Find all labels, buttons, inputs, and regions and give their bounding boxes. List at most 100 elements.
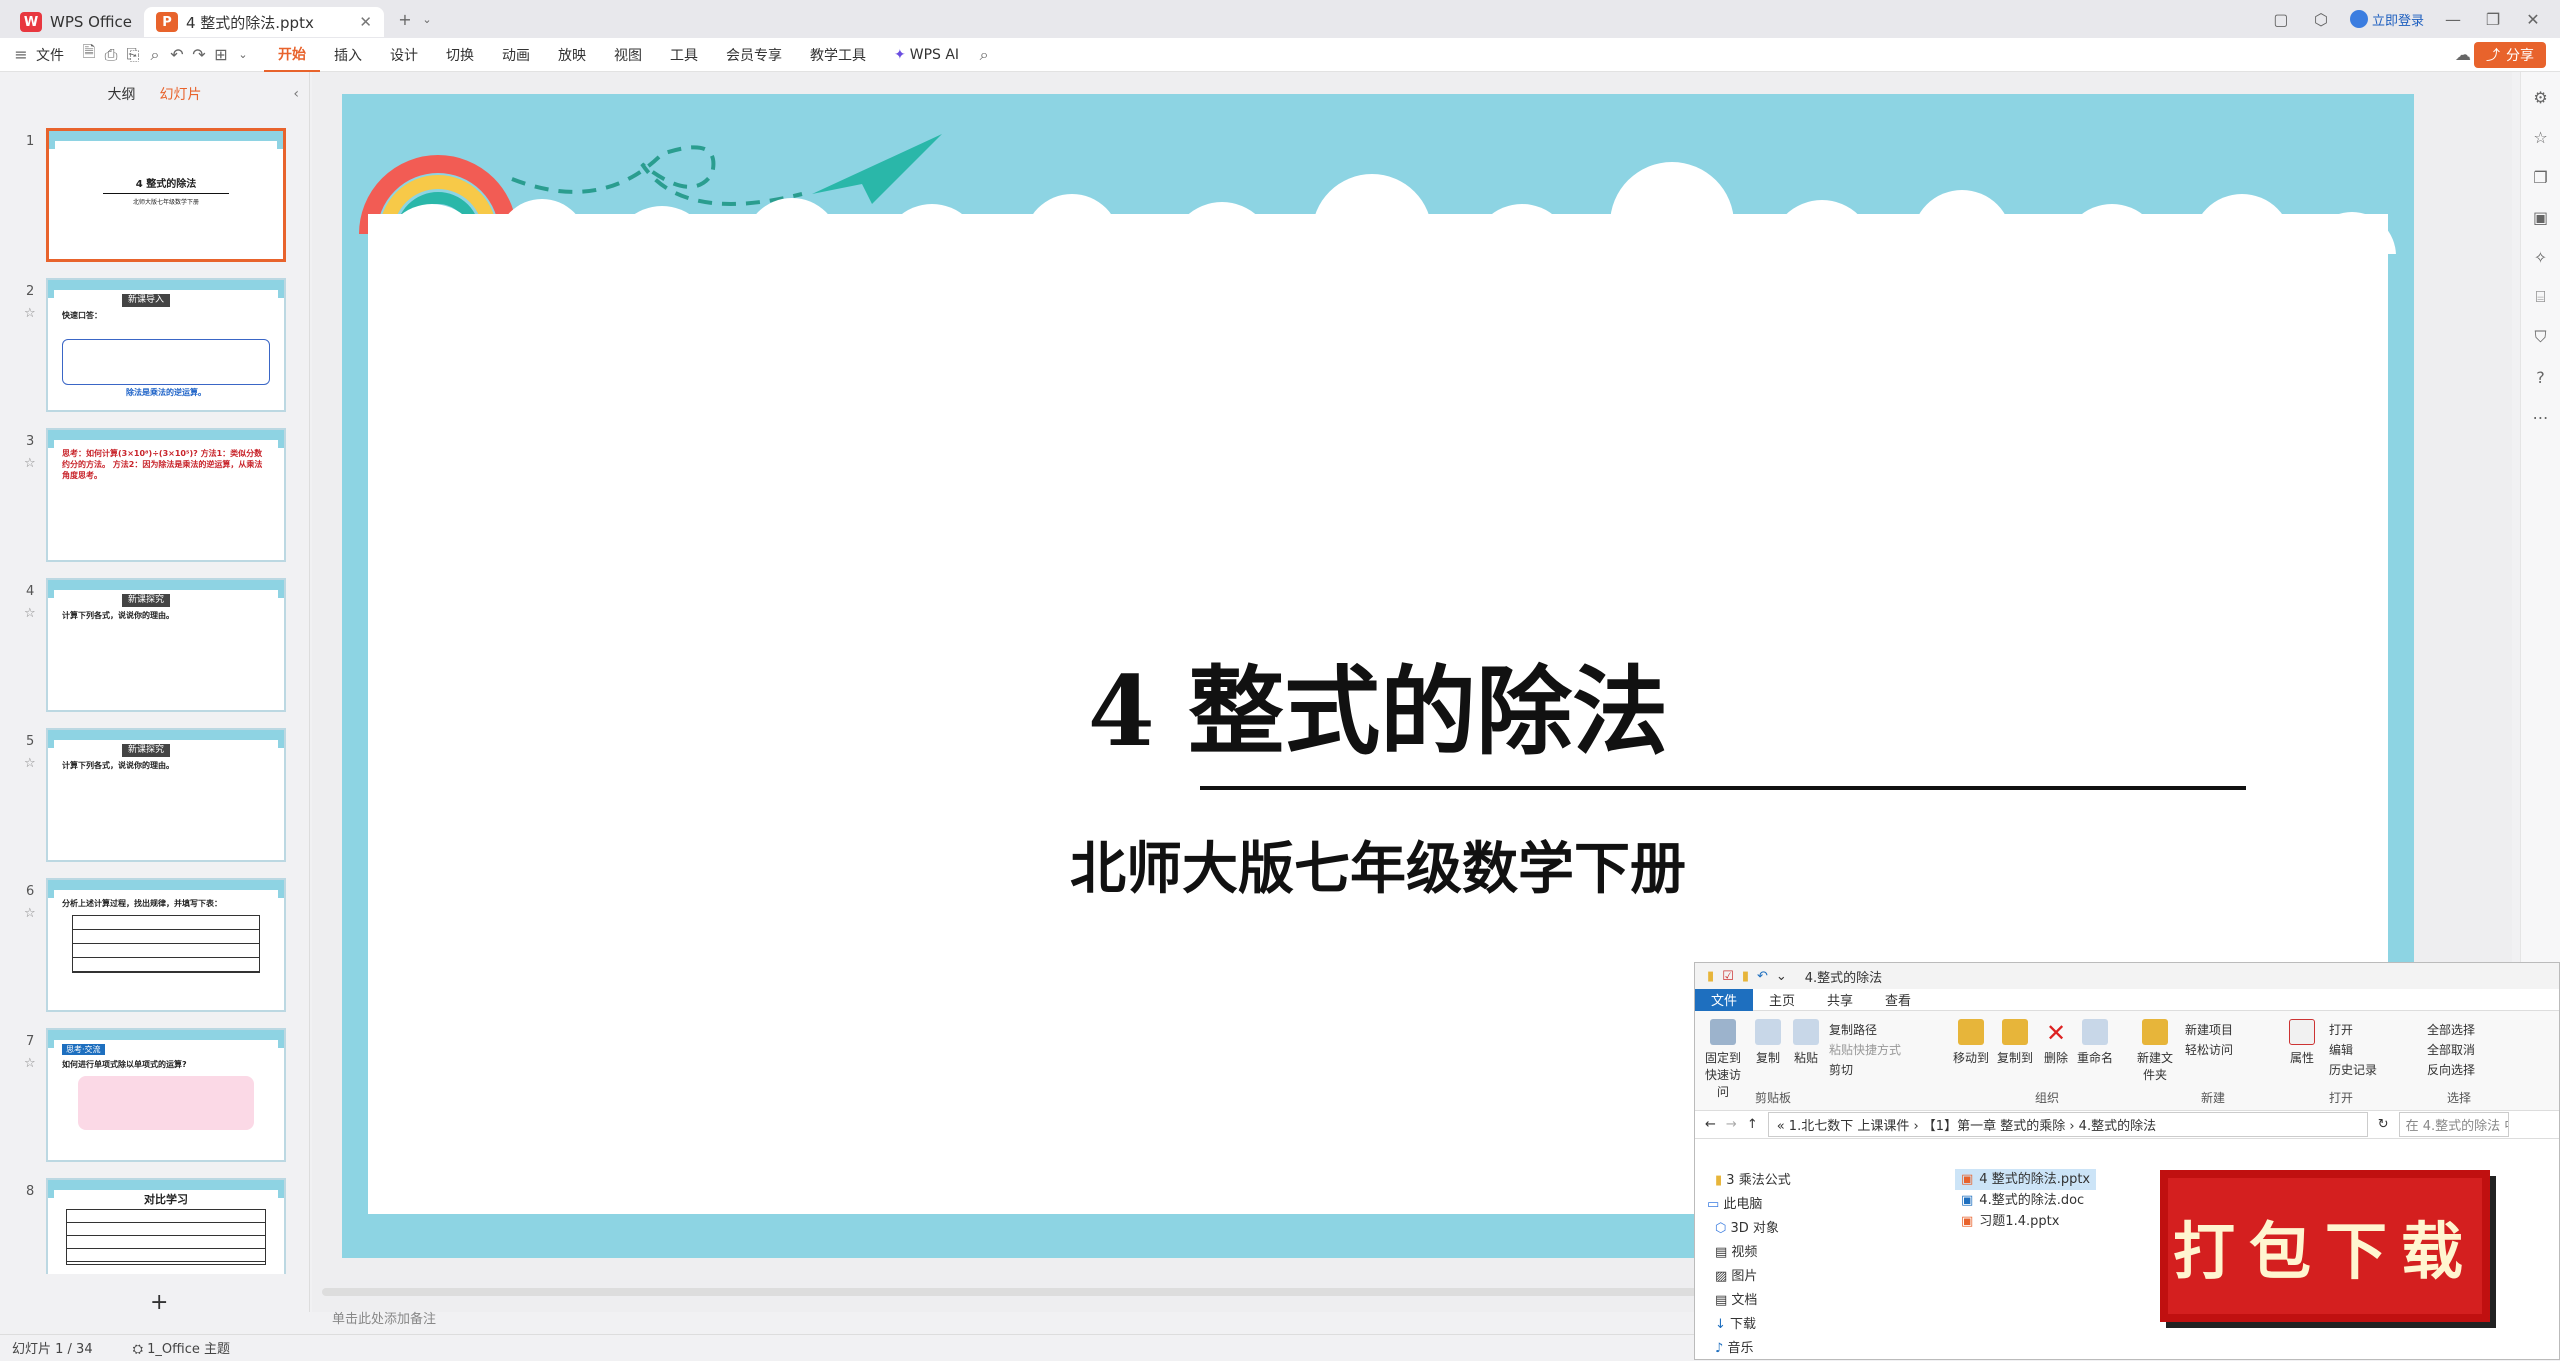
slide-thumbnail-2[interactable]: 新课导入 快速口答： 除法是乘法的逆运算。 — [46, 278, 286, 412]
format-icon[interactable]: ⊞ — [210, 44, 232, 66]
slide-thumbnail-5[interactable]: 新课探究 计算下列各式，说说你的理由。 — [46, 728, 286, 862]
hamburger-icon[interactable]: ≡ — [10, 44, 32, 66]
tree-item[interactable]: ▤ 视频 — [1715, 1241, 1945, 1265]
help-icon[interactable]: ? — [2530, 366, 2552, 388]
tab-member[interactable]: 会员专享 — [712, 38, 796, 72]
cube-icon[interactable]: ⬡ — [2310, 8, 2332, 30]
slide-title[interactable]: 4 整式的除法 — [368, 634, 2388, 773]
tab-teaching-tools[interactable]: 教学工具 — [796, 38, 880, 72]
cut-button[interactable]: 剪切 — [1829, 1061, 1853, 1078]
tab-share[interactable]: 共享 — [1811, 990, 1869, 1009]
tab-file[interactable]: 文件 — [1695, 988, 1754, 1011]
window-icon[interactable]: ▢ — [2270, 8, 2292, 30]
copy-path-button[interactable]: 复制路径 — [1829, 1021, 1877, 1038]
up-icon[interactable]: ↑ — [1747, 1117, 1758, 1132]
collapse-panel-icon[interactable]: ‹ — [293, 86, 299, 102]
download-badge[interactable]: 打包下载 — [2160, 1170, 2490, 1322]
shirt-icon[interactable]: ⛉ — [2530, 326, 2552, 348]
history-button[interactable]: 历史记录 — [2329, 1061, 2377, 1078]
tree-item[interactable]: ▭ 此电脑 — [1707, 1193, 1945, 1217]
tab-view[interactable]: 视图 — [600, 38, 656, 72]
slide-thumbnail-1[interactable]: 4 整式的除法 北师大版七年级数学下册 — [46, 128, 286, 262]
app-tab[interactable]: W WPS Office — [8, 7, 144, 37]
tree-item[interactable]: ▮ 3 乘法公式 — [1715, 1169, 1945, 1193]
tab-animation[interactable]: 动画 — [488, 38, 544, 72]
magic-icon[interactable]: ✧ — [2530, 246, 2552, 268]
star-icon[interactable]: ☆ — [2530, 126, 2552, 148]
tab-design[interactable]: 设计 — [376, 38, 432, 72]
file-item[interactable]: ▣ 4.整式的除法.doc — [1955, 1190, 2096, 1211]
save-icon[interactable]: 🗎 — [78, 42, 100, 66]
tab-wps-ai[interactable]: ✦ WPS AI — [880, 38, 973, 72]
cloud-icon[interactable]: ☁ — [2452, 44, 2474, 66]
add-slide-icon[interactable]: + — [150, 1290, 168, 1315]
new-folder-button[interactable]: 新建文件夹 — [2133, 1019, 2177, 1083]
undo-icon[interactable]: ↶ — [1757, 969, 1768, 984]
chevron-down-icon[interactable]: ⌄ — [1776, 969, 1787, 984]
print-icon[interactable]: ⎘ — [122, 44, 144, 66]
path-field[interactable]: « 1.北七数下 上课课件 › 【1】第一章 整式的乘除 › 4.整式的除法 — [1767, 1112, 2368, 1137]
slide-thumbnail-7[interactable]: 思考·交流 如何进行单项式除以单项式的运算? — [46, 1028, 286, 1162]
delete-button[interactable]: ✕ 删除 — [2041, 1019, 2071, 1066]
star-icon[interactable]: ☆ — [24, 1056, 36, 1071]
slide-thumbnail-3[interactable]: 思考：如何计算(3×10⁸)÷(3×10⁵)? 方法1：类似分数约分的方法。 方… — [46, 428, 286, 562]
more-icon[interactable]: ⋯ — [2530, 406, 2552, 428]
move-to-button[interactable]: 移动到 — [1951, 1019, 1991, 1066]
paste-shortcut-button[interactable]: 粘贴快捷方式 — [1829, 1041, 1901, 1058]
new-folder-icon[interactable]: ▮ — [1742, 969, 1749, 984]
theme-name[interactable]: ⛭ 1_Office 主题 — [133, 1338, 230, 1357]
tab-home[interactable]: 主页 — [1753, 990, 1811, 1009]
invert-selection-button[interactable]: 反向选择 — [2427, 1061, 2475, 1078]
star-icon[interactable]: ☆ — [24, 756, 36, 771]
bookmark-icon[interactable]: ⌸ — [2530, 286, 2552, 308]
open-button[interactable]: 打开 — [2329, 1021, 2353, 1038]
back-icon[interactable]: ← — [1705, 1117, 1716, 1132]
redo-icon[interactable]: ↷ — [188, 44, 210, 66]
file-menu[interactable]: 文件 — [32, 38, 78, 72]
document-tab[interactable]: P 4 整式的除法.pptx ✕ — [143, 7, 384, 37]
undo-icon[interactable]: ↶ — [166, 44, 188, 66]
more-icon[interactable]: ⌄ — [232, 44, 254, 66]
close-tab-icon[interactable]: ✕ — [359, 13, 372, 31]
star-icon[interactable]: ☆ — [24, 906, 36, 921]
preview-icon[interactable]: ⌕ — [144, 44, 166, 66]
select-none-button[interactable]: 全部取消 — [2427, 1041, 2475, 1058]
star-icon[interactable]: ☆ — [24, 306, 36, 321]
copy-icon[interactable]: ❐ — [2530, 166, 2552, 188]
star-icon[interactable]: ☆ — [24, 606, 36, 621]
slide-thumbnail-4[interactable]: 新课探究 计算下列各式，说说你的理由。 — [46, 578, 286, 712]
tab-slideshow[interactable]: 放映 — [544, 38, 600, 72]
tab-insert[interactable]: 插入 — [320, 38, 376, 72]
login-button[interactable]: 立即登录 — [2349, 10, 2424, 29]
tree-item[interactable]: ♪ 音乐 — [1715, 1337, 1945, 1361]
file-item[interactable]: ▣ 习题1.4.pptx — [1955, 1211, 2096, 1232]
horizontal-scrollbar[interactable] — [322, 1288, 1922, 1296]
tree-item[interactable]: ↓ 下载 — [1715, 1313, 1945, 1337]
new-item-button[interactable]: 新建项目 — [2185, 1021, 2233, 1038]
rename-button[interactable]: 重命名 — [2075, 1019, 2115, 1066]
copy-button[interactable]: 复制 — [1751, 1019, 1785, 1066]
search-field[interactable]: 在 4.整式的除法 中搜索 — [2398, 1112, 2509, 1137]
new-tab-icon[interactable]: + — [394, 8, 416, 30]
settings-icon[interactable]: ⚙ — [2530, 86, 2552, 108]
forward-icon[interactable]: → — [1726, 1117, 1737, 1132]
pin-button[interactable]: 固定到快速访问 — [1701, 1019, 1745, 1100]
share-button[interactable]: ⤴ 分享 — [2474, 42, 2546, 68]
tab-outline[interactable]: 大纲 — [108, 84, 136, 104]
tab-slides[interactable]: 幻灯片 — [160, 84, 202, 104]
properties-button[interactable]: 属性 — [2285, 1019, 2319, 1066]
paste-button[interactable]: 粘贴 — [1789, 1019, 1823, 1066]
tree-item[interactable]: ▨ 图片 — [1715, 1265, 1945, 1289]
properties-icon[interactable]: ☑ — [1722, 969, 1734, 984]
slide-subtitle[interactable]: 北师大版七年级数学下册 — [342, 824, 2414, 905]
search-icon[interactable]: ⌕ — [973, 44, 995, 66]
refresh-icon[interactable]: ↻ — [2378, 1117, 2389, 1132]
tab-view[interactable]: 查看 — [1869, 990, 1927, 1009]
maximize-icon[interactable]: ❐ — [2482, 8, 2504, 30]
star-icon[interactable]: ☆ — [24, 456, 36, 471]
copy-to-button[interactable]: 复制到 — [1995, 1019, 2035, 1066]
minimize-icon[interactable]: — — [2442, 8, 2464, 30]
close-window-icon[interactable]: ✕ — [2522, 8, 2544, 30]
image-icon[interactable]: ▣ — [2530, 206, 2552, 228]
tree-item[interactable]: ⬡ 3D 对象 — [1715, 1217, 1945, 1241]
